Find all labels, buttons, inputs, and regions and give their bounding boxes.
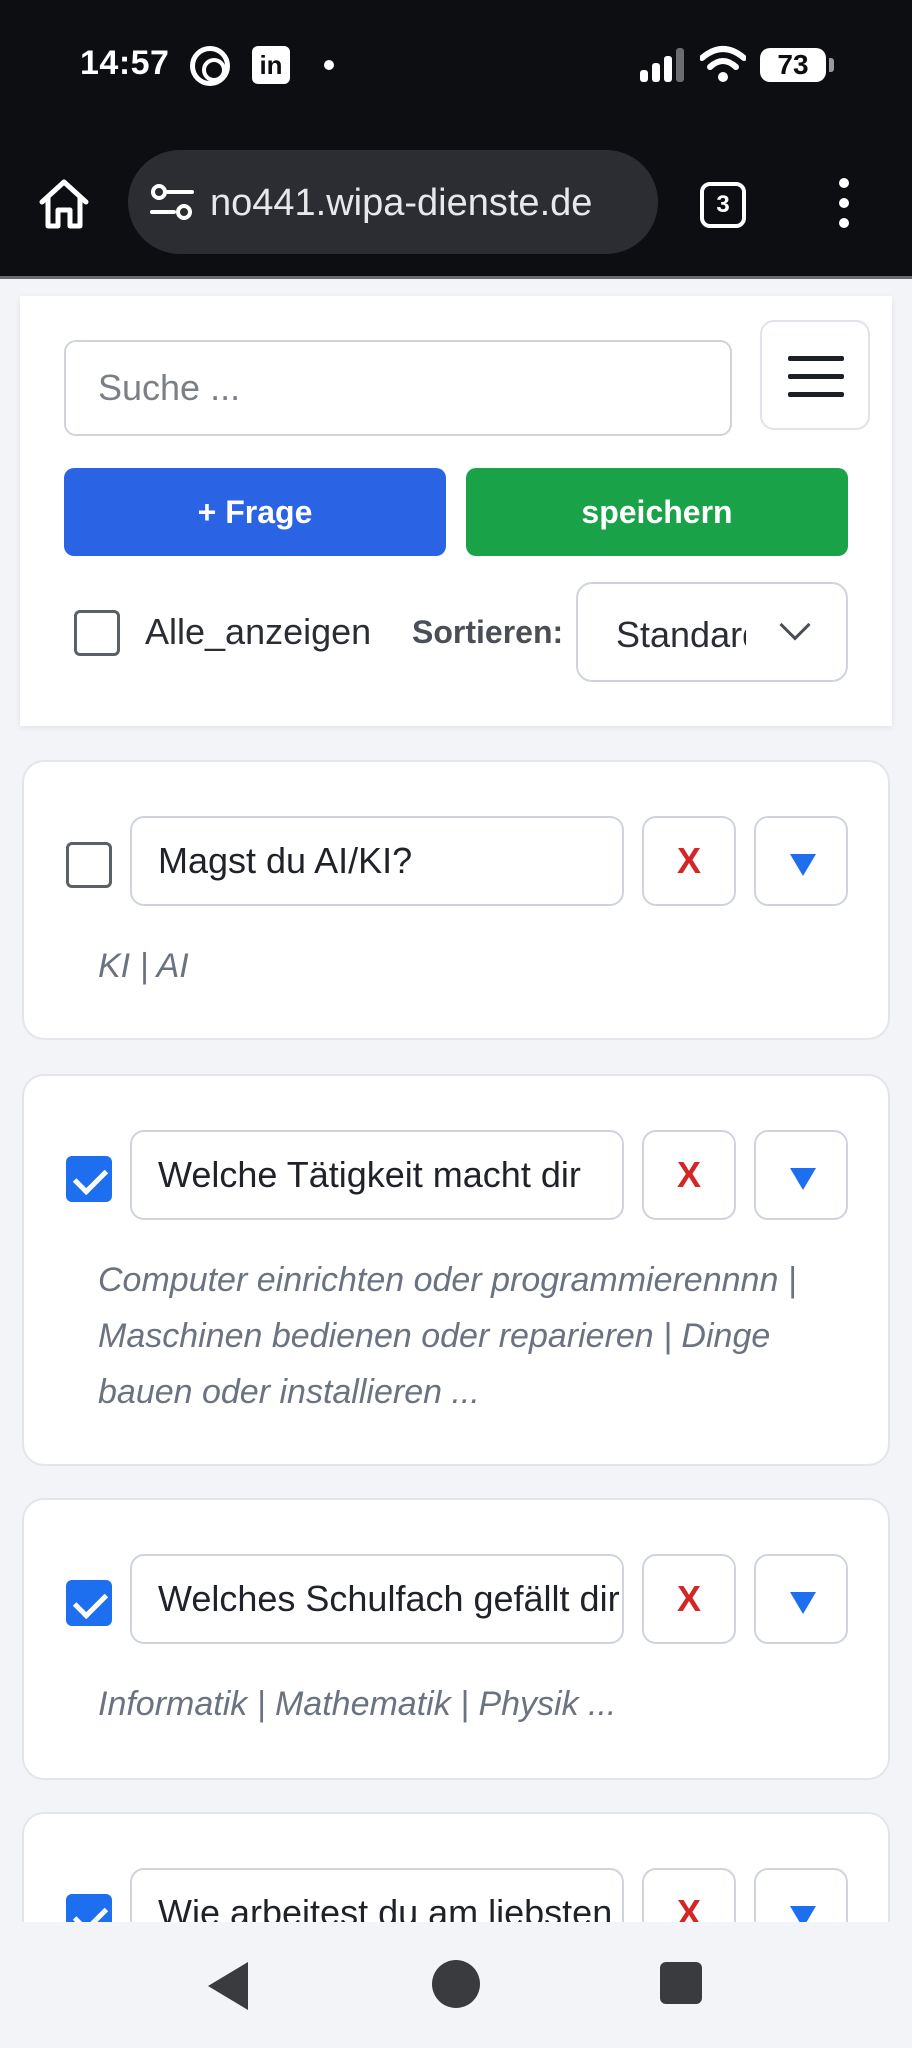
delete-question-button[interactable]: X [642,1554,736,1644]
notification-dot-icon [324,60,334,70]
question-text-input[interactable]: Welche Tätigkeit macht dir [130,1130,624,1220]
system-navigation-bar [0,1922,912,2048]
expand-question-button[interactable] [754,816,848,906]
sort-selected-value: Standard [616,614,746,655]
answer-summary: KI | AI [98,947,189,985]
linkedin-icon: in [252,46,290,84]
search-input[interactable] [64,340,732,436]
add-question-button[interactable]: + Frage [64,468,446,556]
toolbar-divider [0,276,912,279]
control-panel: + Frage speichern Alle_anzeigen Sortiere… [20,296,892,726]
sort-label: Sortieren: [412,614,564,650]
battery-icon: 73 [760,48,834,82]
question-checkbox[interactable] [66,1156,112,1202]
browser-menu-icon[interactable] [836,178,852,232]
question-card: Magst du AI/KI? X KI | AI [22,760,890,1040]
delete-question-button[interactable]: X [642,816,736,906]
question-card: Welche Tätigkeit macht dir X Computer ei… [22,1074,890,1466]
status-time: 14:57 [80,44,170,82]
show-all-label: Alle_anzeigen [145,611,372,652]
address-bar[interactable]: no441.wipa-dienste.de [128,150,658,254]
question-text-input[interactable]: Welches Schulfach gefällt dir [130,1554,624,1644]
show-all-checkbox[interactable] [74,610,120,656]
expand-question-button[interactable] [754,1554,848,1644]
tab-switcher-button[interactable]: 3 [700,182,746,228]
browser-toolbar: no441.wipa-dienste.de 3 [0,130,912,278]
hamburger-menu-button[interactable] [760,320,870,430]
save-button[interactable]: speichern [466,468,848,556]
recents-icon[interactable] [660,1962,702,2004]
status-bar: 14:57 in 73 [0,0,912,130]
question-checkbox[interactable] [66,1580,112,1626]
signal-icon [640,48,684,82]
answer-summary: Informatik | Mathematik | Physik ... [98,1685,617,1723]
chevron-down-icon [779,609,811,641]
home-circle-icon[interactable] [432,1960,480,2008]
question-card: Welches Schulfach gefällt dir X Informat… [22,1498,890,1780]
delete-question-button[interactable]: X [642,1130,736,1220]
site-settings-icon[interactable] [150,184,194,220]
sort-select[interactable]: Standard [576,582,848,682]
hamburger-icon [788,356,844,361]
question-text-input[interactable]: Magst du AI/KI? [130,816,624,906]
home-icon[interactable] [36,176,92,232]
threads-icon [190,46,230,86]
expand-question-button[interactable] [754,1130,848,1220]
answer-summary: Computer einrichten oder programmierennn… [98,1261,797,1411]
back-icon[interactable] [208,1962,248,2010]
screen: 14:57 in 73 no441.wipa-dienste.de 3 Such… [0,0,912,2048]
wifi-icon [700,46,746,82]
url-text: no441.wipa-dienste.de [210,182,593,224]
question-checkbox[interactable] [66,842,112,888]
